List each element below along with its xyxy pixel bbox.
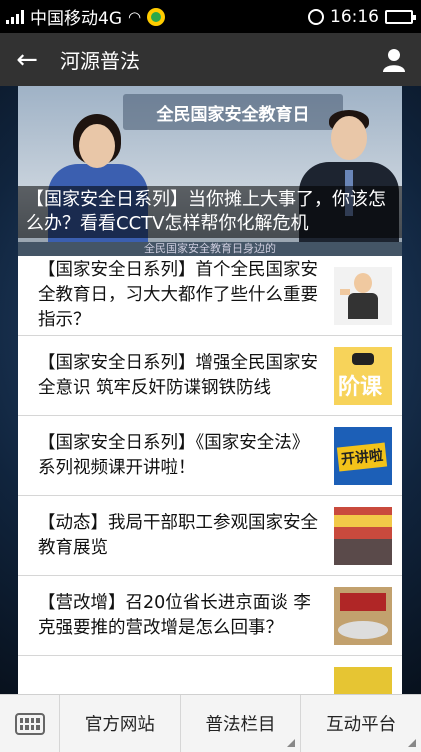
anti-spy-poster-thumbnail: 阶课 [334,346,392,405]
list-item[interactable]: 【国家安全日系列】增强全民国家安全意识 筑牢反奸防谍钢铁防线 阶课 [18,336,402,416]
list-item[interactable]: 【动态】我局干部职工参观国家安全教育展览 [18,496,402,576]
menu-official-website[interactable]: 官方网站 [60,695,181,752]
menu-label: 官方网站 [84,715,155,735]
thumbnail-text: 阶课 [338,374,383,400]
menu-label: 互动平台 [326,715,397,735]
bottom-menu: 官方网站 普法栏目 互动平台 [0,694,421,752]
video-course-thumbnail: 开讲啦 [334,426,392,485]
list-item[interactable] [18,656,402,694]
menu-law-column[interactable]: 普法栏目 [181,695,302,752]
article-title: 【国家安全日系列】《国家安全法》系列视频课开讲啦！ [38,432,310,478]
arrow-left-icon: ← [16,44,38,75]
wifi-icon: ◠ [128,7,142,26]
alarm-icon [308,8,324,25]
thumbnail-text: 开讲啦 [336,442,388,471]
meeting-photo-thumbnail [334,586,392,645]
article-title: 【国家安全日系列】首个全民国家安全教育日，习大大都作了些什么重要指示？ [38,260,318,330]
menu-label: 普法栏目 [205,715,276,735]
list-item[interactable]: 【营改增】召20位省长进京面谈 李克强要推的营改增是怎么回事？ [18,576,402,656]
hero-subline: 全民国家安全教育日身边的 [18,242,402,256]
article-list-card: 全民国家安全教育日 【国家安全日系列】当你摊上大事了，你该怎么办？看看CCTV怎… [18,86,402,694]
exhibition-photo-thumbnail [334,506,392,565]
profile-button[interactable] [367,33,421,86]
list-item[interactable]: 【国家安全日系列】首个全民国家安全教育日，习大大都作了些什么重要指示？ [18,256,402,336]
app-bar: ← 河源普法 [0,33,421,86]
article-title: 【营改增】召20位省长进京面谈 李克强要推的营改增是怎么回事？ [38,592,311,638]
carrier-label: 中国移动4G [30,9,122,29]
page-title: 河源普法 [60,49,140,73]
app-notification-icon [147,7,166,26]
article-thumbnail [334,666,392,694]
keyboard-toggle-button[interactable] [0,695,60,752]
signal-icon [6,9,24,24]
featured-article[interactable]: 全民国家安全教育日 【国家安全日系列】当你摊上大事了，你该怎么办？看看CCTV怎… [18,86,402,256]
menu-interactive-platform[interactable]: 互动平台 [301,695,421,752]
status-bar: 中国移动4G ◠ 16:16 [0,0,421,33]
article-title: 【动态】我局干部职工参观国家安全教育展览 [38,512,318,558]
battery-icon [385,9,416,24]
submenu-indicator-icon [287,739,296,747]
user-icon [383,48,405,72]
submenu-indicator-icon [408,739,417,747]
featured-article-title: 【国家安全日系列】当你摊上大事了，你该怎么办？看看CCTV怎样帮你化解危机 [18,186,402,238]
article-title: 【国家安全日系列】增强全民国家安全意识 筑牢反奸防谍钢铁防线 [38,352,318,398]
list-item[interactable]: 【国家安全日系列】《国家安全法》系列视频课开讲啦！ 开讲啦 [18,416,402,496]
clock-time: 16:16 [330,6,379,27]
cartoon-leader-thumbnail [334,266,392,325]
back-button[interactable]: ← [0,33,54,86]
keyboard-icon [14,713,45,735]
